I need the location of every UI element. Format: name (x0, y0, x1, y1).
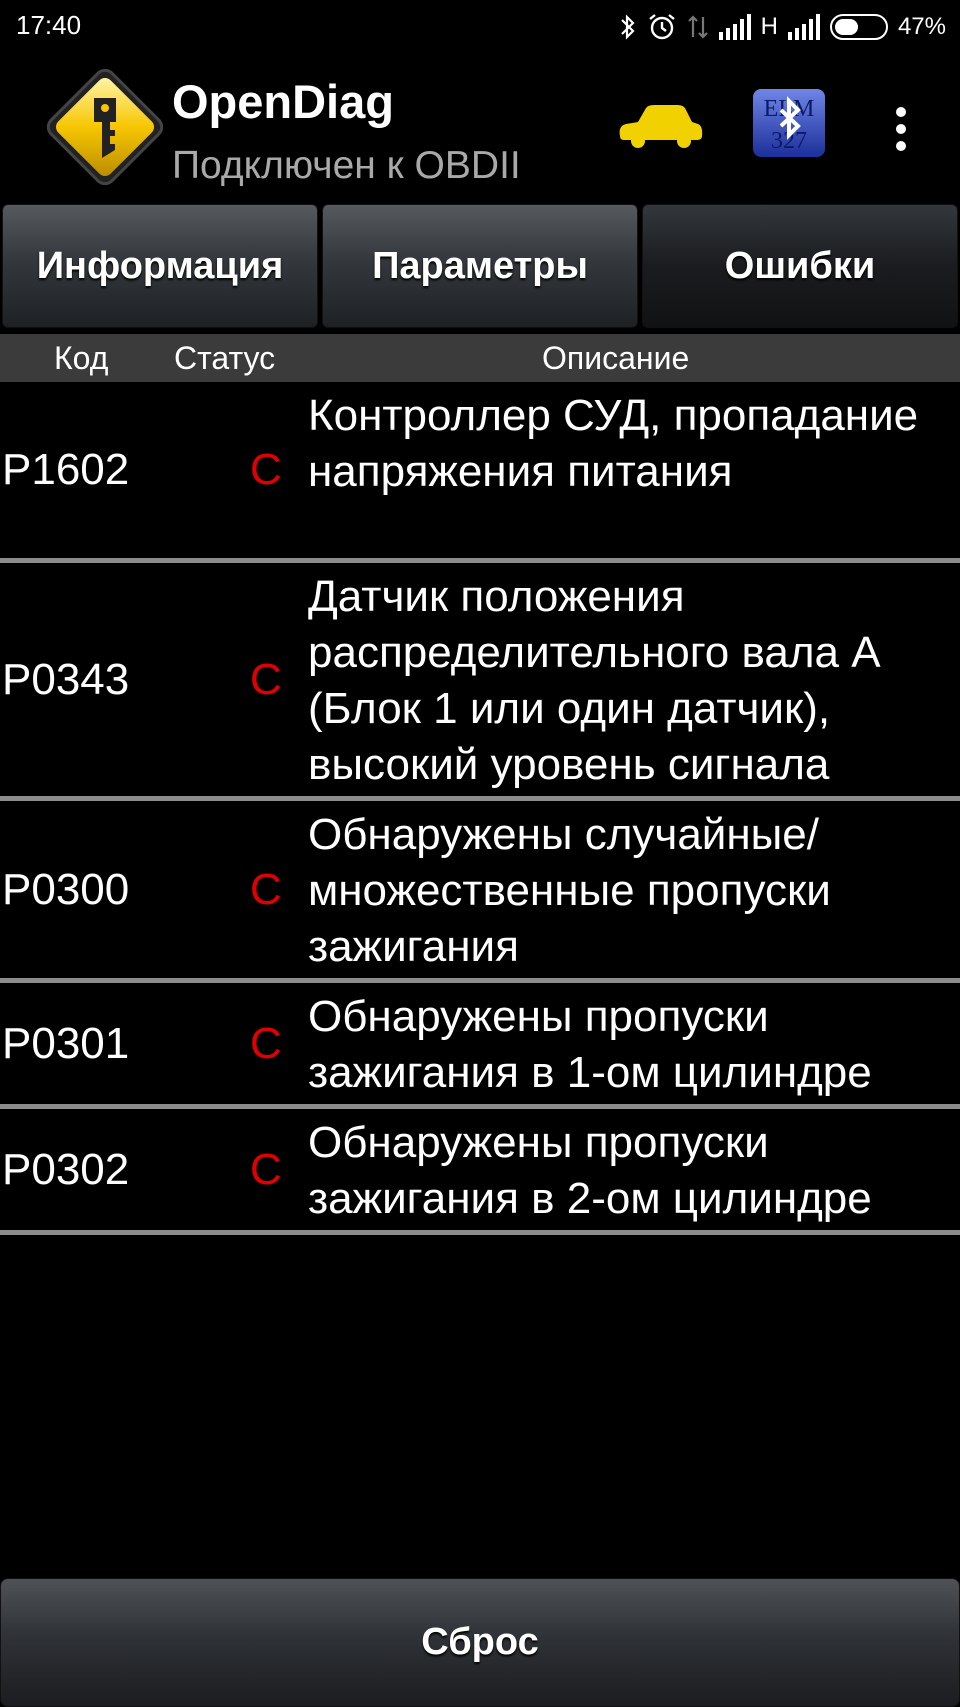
network-type-label: H (760, 13, 778, 40)
tab-bar: Информация Параметры Ошибки (0, 204, 960, 330)
error-status: C (250, 1144, 282, 1194)
status-icons: H 47% (619, 8, 946, 46)
error-list: P1602 C Контроллер СУД, пропадание напря… (0, 382, 960, 1235)
table-row[interactable]: P0302 C Обнаружены пропуски зажигания в … (0, 1109, 960, 1235)
reset-button[interactable]: Сброс (0, 1578, 960, 1707)
app-header: OpenDiag Подключен к OBDII ELM 327 (0, 54, 960, 200)
signal-strength-icon-2 (787, 14, 820, 40)
bluetooth-icon (619, 13, 637, 41)
table-row[interactable]: P0343 C Датчик положения распределительн… (0, 563, 960, 801)
error-description: Контроллер СУД, пропадание напряжения пи… (308, 391, 919, 496)
column-header-code: Код (54, 340, 109, 376)
column-header-status: Статус (174, 340, 276, 376)
error-status: C (250, 864, 282, 914)
error-code: P0300 (2, 864, 130, 914)
signal-strength-icon (718, 14, 751, 40)
table-row[interactable]: P0301 C Обнаружены пропуски зажигания в … (0, 983, 960, 1109)
column-header-description: Описание (542, 340, 690, 376)
error-description: Обнаружены пропуски зажигания в 1-ом цил… (308, 992, 872, 1097)
battery-level (834, 19, 858, 35)
elm327-bluetooth-icon[interactable]: ELM 327 (752, 88, 826, 158)
table-row[interactable]: P1602 C Контроллер СУД, пропадание напря… (0, 382, 960, 563)
alarm-clock-icon (647, 12, 677, 42)
error-description: Датчик положения распределительного вала… (308, 572, 881, 789)
app-title: OpenDiag (172, 75, 394, 128)
error-description: Обнаружены случайные/ множественные проп… (308, 810, 831, 971)
error-code: P0301 (2, 1018, 130, 1068)
status-time: 17:40 (16, 10, 82, 40)
tab-errors[interactable]: Ошибки (642, 204, 958, 328)
tab-parameters[interactable]: Параметры (322, 204, 638, 328)
error-code: P0343 (2, 654, 130, 704)
table-header: Код Статус Описание (0, 334, 960, 382)
tab-information[interactable]: Информация (2, 204, 318, 328)
battery-percent: 47% (897, 13, 946, 40)
error-status: C (250, 654, 282, 704)
status-bar: 17:40 H 47% (0, 0, 960, 54)
table-row[interactable]: P0300 C Обнаружены случайные/ множествен… (0, 801, 960, 983)
battery-icon (829, 14, 888, 40)
overflow-menu-icon[interactable] (888, 104, 914, 154)
error-description: Обнаружены пропуски зажигания в 2-ом цил… (308, 1118, 872, 1223)
connection-status: Подключен к OBDII (172, 144, 521, 187)
error-status: C (250, 445, 282, 494)
car-icon[interactable] (616, 102, 704, 150)
app-logo-icon (40, 62, 170, 192)
error-code: P1602 (2, 445, 130, 494)
error-code: P0302 (2, 1144, 130, 1194)
data-transfer-icon (687, 13, 709, 41)
error-status: C (250, 1018, 282, 1068)
